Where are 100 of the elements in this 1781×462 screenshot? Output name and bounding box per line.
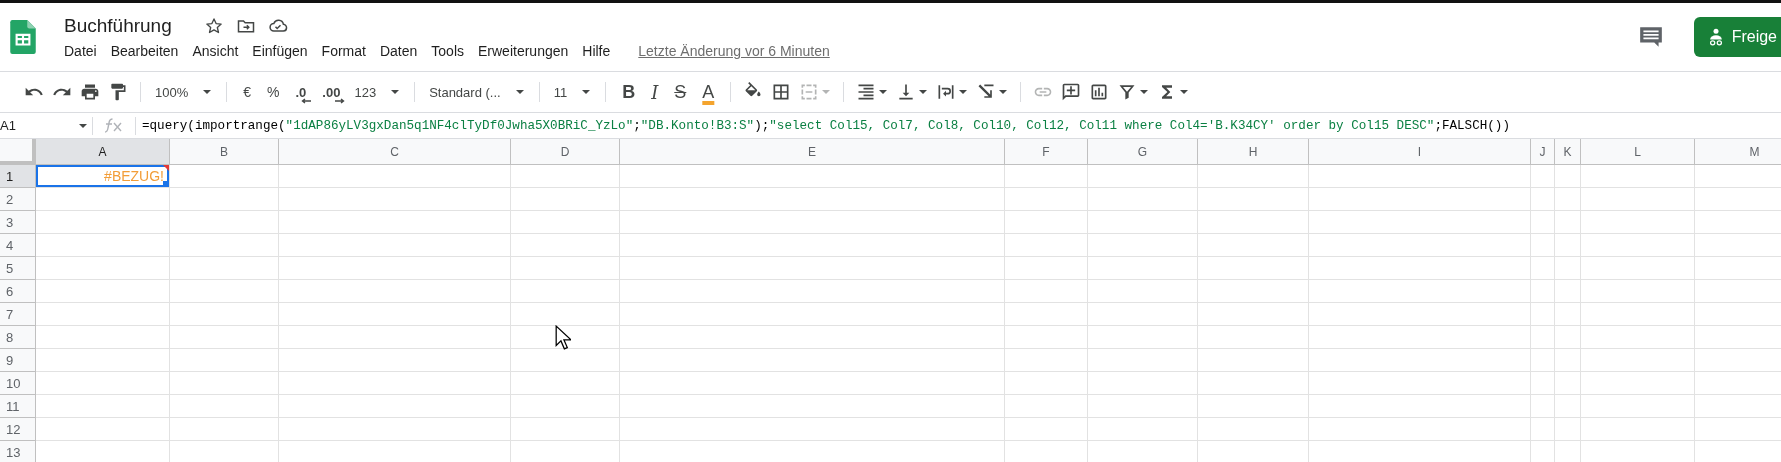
table-cell[interactable] [170,326,279,349]
table-cell[interactable] [1198,303,1309,326]
menu-item[interactable]: Format [321,43,373,59]
text-color-button[interactable]: A [694,78,723,106]
menu-item[interactable]: Bearbeiten [110,43,186,59]
table-cell[interactable] [1088,303,1198,326]
spreadsheet-logo-icon[interactable] [10,20,36,54]
table-cell[interactable] [1198,395,1309,418]
table-cell[interactable] [1581,188,1695,211]
table-cell[interactable] [1309,418,1531,441]
row-header[interactable]: 3 [0,211,36,234]
menu-item[interactable]: Daten [379,43,425,59]
column-header[interactable]: J [1531,139,1555,165]
table-cell[interactable] [1531,188,1555,211]
table-cell[interactable] [1531,257,1555,280]
table-cell[interactable] [1005,188,1088,211]
table-cell[interactable] [511,349,620,372]
menu-item[interactable]: Hilfe [582,43,618,59]
table-cell[interactable] [1581,165,1695,188]
row-header[interactable]: 6 [0,280,36,303]
table-cell[interactable] [36,280,170,303]
table-cell[interactable] [1309,188,1531,211]
table-cell[interactable] [1198,234,1309,257]
table-cell[interactable] [511,303,620,326]
table-cell[interactable] [1005,211,1088,234]
table-cell[interactable] [1555,326,1581,349]
dropdown[interactable]: 11 [547,78,598,106]
column-header[interactable]: C [279,139,511,165]
table-cell[interactable] [511,257,620,280]
table-cell[interactable] [1198,211,1309,234]
table-cell[interactable] [1581,395,1695,418]
table-cell[interactable] [511,372,620,395]
table-cell[interactable] [1088,188,1198,211]
table-cell[interactable] [1531,234,1555,257]
column-header[interactable]: K [1555,139,1581,165]
table-cell[interactable] [36,349,170,372]
table-cell[interactable] [1581,303,1695,326]
table-cell[interactable] [1088,257,1198,280]
table-cell[interactable] [1088,234,1198,257]
bold-button[interactable]: B [614,78,644,106]
table-cell[interactable] [1309,257,1531,280]
table-cell[interactable] [170,280,279,303]
table-cell[interactable] [1581,349,1695,372]
table-cell[interactable] [279,372,511,395]
table-cell[interactable] [620,211,1005,234]
dropdown[interactable]: 123 [348,78,407,106]
row-header[interactable]: 7 [0,303,36,326]
table-cell[interactable] [1088,349,1198,372]
table-cell[interactable] [620,395,1005,418]
table-cell[interactable] [1309,303,1531,326]
table-cell[interactable] [36,303,170,326]
column-header[interactable]: B [170,139,279,165]
table-cell[interactable] [1531,372,1555,395]
table-cell[interactable] [1005,326,1088,349]
decimal-button[interactable]: .0 [287,78,315,106]
menu-item[interactable]: Einfügen [252,43,315,59]
table-cell[interactable] [1581,372,1695,395]
table-cell[interactable] [36,234,170,257]
table-cell[interactable] [1005,234,1088,257]
row-header[interactable]: 4 [0,234,36,257]
table-cell[interactable] [511,395,620,418]
table-cell[interactable] [1198,188,1309,211]
column-header[interactable]: A [36,139,170,165]
column-header[interactable]: I [1309,139,1531,165]
table-cell[interactable] [620,188,1005,211]
table-cell[interactable] [1198,418,1309,441]
table-cell[interactable] [1005,395,1088,418]
row-header[interactable]: 1 [0,165,36,188]
table-cell[interactable] [1005,165,1088,188]
table-cell[interactable] [1555,188,1581,211]
table-cell[interactable] [279,257,511,280]
table-cell[interactable] [1309,234,1531,257]
table-cell[interactable] [279,165,511,188]
table-cell[interactable] [1555,280,1581,303]
table-cell[interactable] [279,188,511,211]
row-header[interactable]: 12 [0,418,36,441]
table-cell[interactable] [1581,326,1695,349]
table-cell[interactable] [511,165,620,188]
table-cell[interactable] [170,165,279,188]
table-cell[interactable] [1005,418,1088,441]
column-header[interactable]: H [1198,139,1309,165]
table-cell[interactable] [1531,303,1555,326]
table-cell[interactable] [511,280,620,303]
table-cell[interactable] [511,234,620,257]
table-cell[interactable] [1005,257,1088,280]
document-title[interactable]: Buchführung [64,15,172,37]
table-cell[interactable] [279,234,511,257]
table-cell[interactable] [1309,349,1531,372]
table-cell[interactable] [1555,418,1581,441]
table-cell[interactable] [620,303,1005,326]
table-cell[interactable] [620,257,1005,280]
row-header[interactable]: 10 [0,372,36,395]
table-cell[interactable] [1309,165,1531,188]
table-cell[interactable] [1088,418,1198,441]
table-cell[interactable] [1088,165,1198,188]
fill-handle[interactable] [163,181,169,187]
table-cell[interactable] [1005,349,1088,372]
comment-icon[interactable] [1637,24,1664,50]
menu-item[interactable]: Datei [64,43,104,59]
row-header[interactable]: 13 [0,441,36,462]
